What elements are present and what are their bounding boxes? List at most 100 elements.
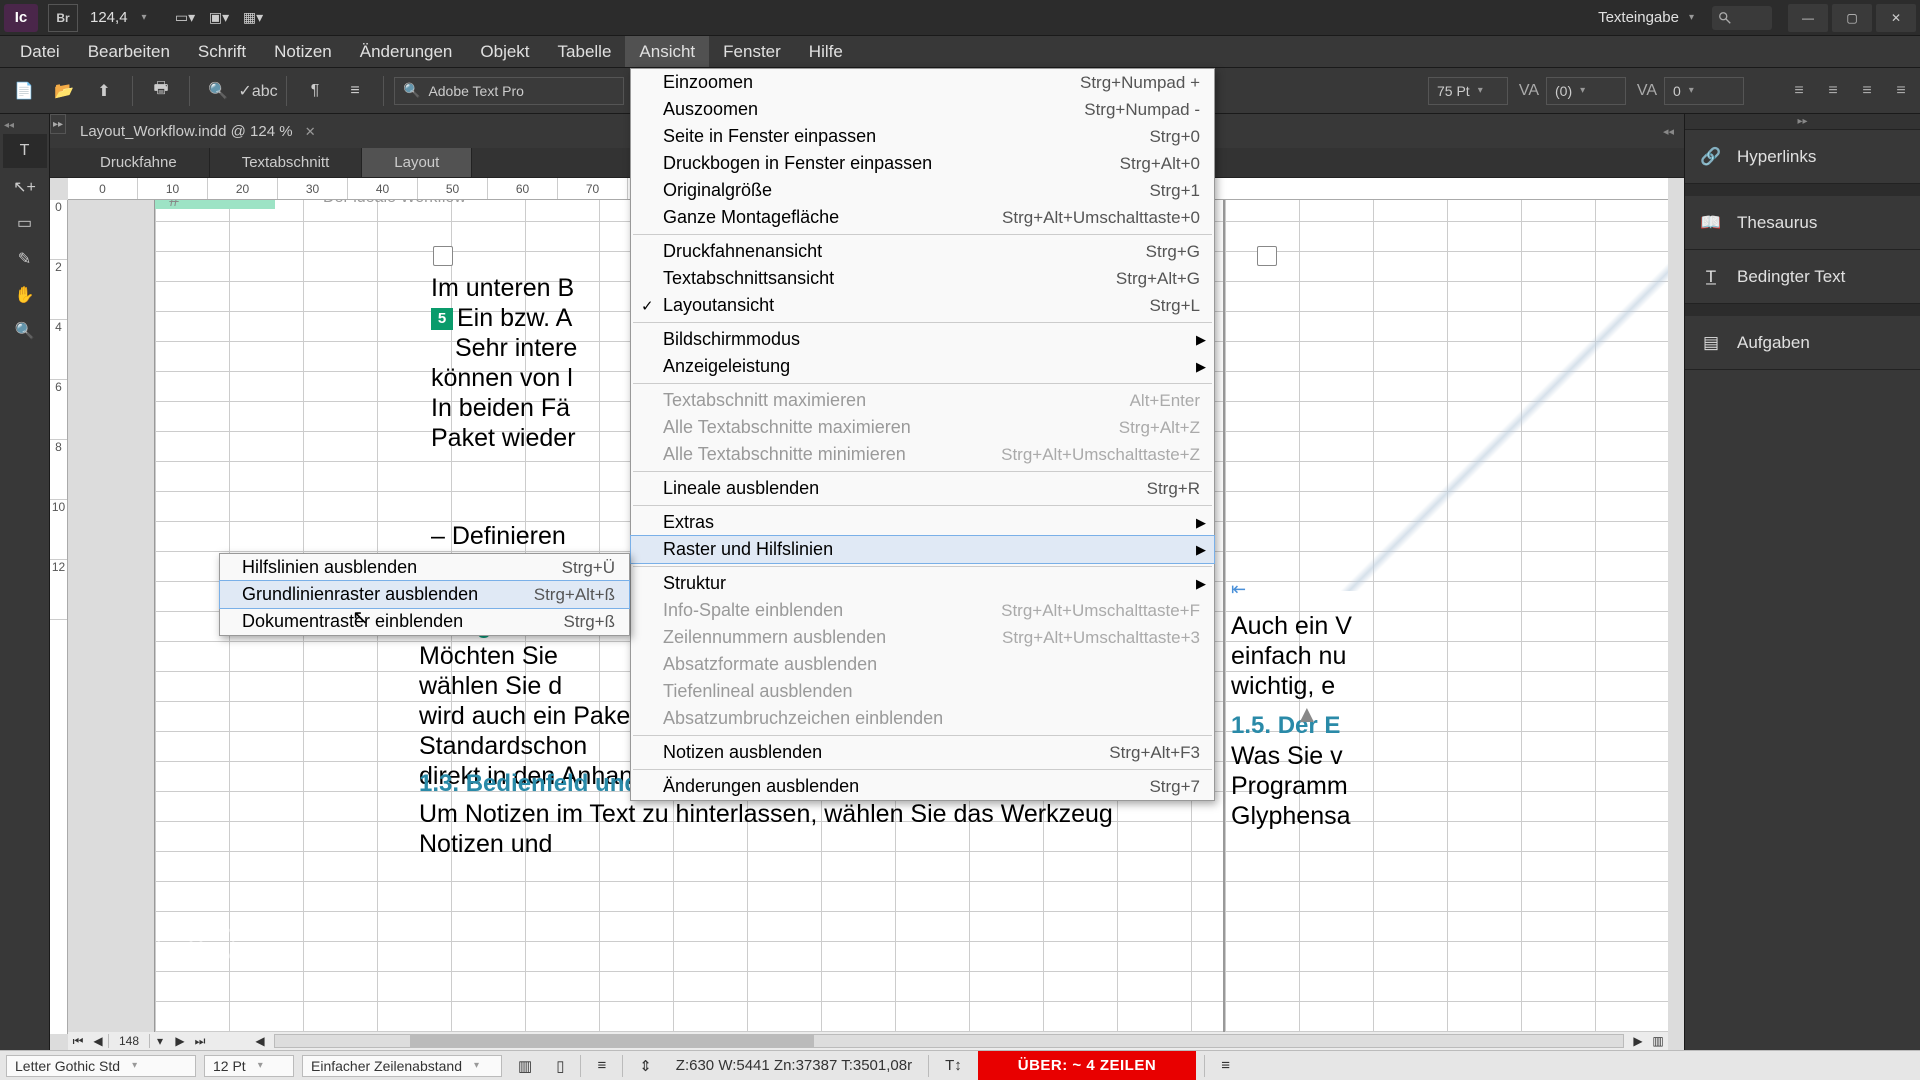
prev-page-button[interactable]: ◀ bbox=[88, 1034, 108, 1048]
scroll-right-button[interactable]: ▶ bbox=[1628, 1034, 1648, 1048]
position-tool[interactable]: ↖+ bbox=[3, 170, 47, 204]
collapse-panels-icon[interactable]: ▸▸ bbox=[1685, 114, 1920, 130]
status-spacing-combo[interactable]: Einfacher Zeilenabstand▾ bbox=[302, 1055, 502, 1077]
menu-hilfe[interactable]: Hilfe bbox=[795, 36, 857, 67]
page-icon[interactable]: ▯ bbox=[548, 1055, 572, 1077]
status-spacing-value: Einfacher Zeilenabstand bbox=[311, 1058, 462, 1074]
close-icon[interactable]: ✕ bbox=[305, 124, 316, 139]
print-icon[interactable]: 🖶 bbox=[143, 73, 179, 109]
text-column[interactable]: Auch ein V einfach nu wichtig, e bbox=[1231, 611, 1431, 701]
first-page-button[interactable]: ⏮ bbox=[68, 1034, 88, 1049]
tab-textabschnitt[interactable]: Textabschnitt bbox=[210, 148, 363, 177]
zoom-tool[interactable]: 🔍 bbox=[3, 314, 47, 348]
collapse-icon[interactable]: ▸▸ bbox=[50, 114, 66, 134]
menu-bearbeiten[interactable]: Bearbeiten bbox=[74, 36, 184, 67]
screen-mode-icon[interactable]: ▣▾ bbox=[204, 4, 234, 32]
workspace-switcher[interactable]: Texteingabe ▾ bbox=[1588, 9, 1704, 26]
menu-item-originalgr-e[interactable]: OriginalgrößeStrg+1 bbox=[631, 177, 1214, 204]
submenu-item-grundlinienraster-ausblenden[interactable]: Grundlinienraster ausblendenStrg+Alt+ß bbox=[220, 581, 629, 608]
hand-tool[interactable]: ✋ bbox=[3, 278, 47, 312]
menu-item-notizen-ausblenden[interactable]: Notizen ausblendenStrg+Alt+F3 bbox=[631, 739, 1214, 766]
menu-item-druckbogen-in-fenster-einpassen[interactable]: Druckbogen in Fenster einpassenStrg+Alt+… bbox=[631, 150, 1214, 177]
menu-ansicht[interactable]: Ansicht bbox=[625, 36, 709, 67]
panel-hyperlinks[interactable]: 🔗 Hyperlinks bbox=[1685, 130, 1920, 184]
menu-item-raster-und-hilfslinien[interactable]: Raster und Hilfslinien▶ bbox=[631, 536, 1214, 563]
new-icon[interactable]: 📄 bbox=[6, 73, 42, 109]
split-view-icon[interactable]: ▥ bbox=[1648, 1034, 1668, 1048]
find-icon[interactable]: 🔍 bbox=[200, 73, 236, 109]
menu-notizen[interactable]: Notizen bbox=[260, 36, 346, 67]
menu-schrift[interactable]: Schrift bbox=[184, 36, 260, 67]
panel-aufgaben[interactable]: ▤ Aufgaben bbox=[1685, 316, 1920, 370]
text-column[interactable]: 1.5. Der E Was Sie v Programm Glyphensa bbox=[1231, 711, 1431, 831]
save-icon[interactable]: ⬆ bbox=[86, 73, 122, 109]
last-page-button[interactable]: ⏭ bbox=[190, 1034, 210, 1049]
submenu-item-dokumentraster-einblenden[interactable]: Dokumentraster einblendenStrg+ß bbox=[220, 608, 629, 635]
panel-thesaurus[interactable]: 📖 Thesaurus bbox=[1685, 196, 1920, 250]
menu-item-ganze-montagefl-che[interactable]: Ganze MontageflächeStrg+Alt+Umschalttast… bbox=[631, 204, 1214, 231]
menu-icon[interactable]: ≡ bbox=[1213, 1055, 1238, 1076]
align-icon[interactable]: ≡ bbox=[589, 1055, 614, 1076]
bridge-icon[interactable]: Br bbox=[48, 4, 78, 32]
text-stats-icon[interactable]: T↕ bbox=[937, 1055, 970, 1076]
column-icon[interactable]: ▥ bbox=[510, 1055, 540, 1077]
menu-datei[interactable]: Datei bbox=[6, 36, 74, 67]
panel-collapse-icon[interactable]: ◂◂ bbox=[1663, 125, 1684, 138]
close-button[interactable]: ✕ bbox=[1876, 4, 1916, 32]
search-input[interactable] bbox=[1712, 6, 1772, 30]
align-left-icon[interactable]: ≡ bbox=[1786, 78, 1812, 104]
spellcheck-icon[interactable]: ✓abc bbox=[240, 73, 276, 109]
eyedropper-tool[interactable]: ✎ bbox=[3, 242, 47, 276]
menu-item-layoutansicht[interactable]: ✓LayoutansichtStrg+L bbox=[631, 292, 1214, 319]
menu-tabelle[interactable]: Tabelle bbox=[544, 36, 626, 67]
submenu-item-hilfslinien-ausblenden[interactable]: Hilfslinien ausblendenStrg+Ü bbox=[220, 554, 629, 581]
maximize-button[interactable]: ▢ bbox=[1832, 4, 1872, 32]
next-page-button[interactable]: ▶ bbox=[170, 1034, 190, 1048]
menu-item-struktur[interactable]: Struktur▶ bbox=[631, 570, 1214, 597]
align-right-icon[interactable]: ≡ bbox=[1854, 78, 1880, 104]
menu-fenster[interactable]: Fenster bbox=[709, 36, 795, 67]
menu-item-auszoomen[interactable]: AuszoomenStrg+Numpad - bbox=[631, 96, 1214, 123]
menu-item-anzeigeleistung[interactable]: Anzeigeleistung▶ bbox=[631, 353, 1214, 380]
menu-item-bildschirmmodus[interactable]: Bildschirmmodus▶ bbox=[631, 326, 1214, 353]
status-font-combo[interactable]: Letter Gothic Std▾ bbox=[6, 1055, 196, 1077]
menu-item-einzoomen[interactable]: EinzoomenStrg+Numpad + bbox=[631, 69, 1214, 96]
panel-bedingter-text[interactable]: T̲ Bedingter Text bbox=[1685, 250, 1920, 304]
note-anchor-icon[interactable] bbox=[433, 246, 453, 266]
document-tab[interactable]: Layout_Workflow.indd @ 124 % ✕ bbox=[70, 117, 326, 146]
align-justify-icon[interactable]: ≡ bbox=[1888, 78, 1914, 104]
tab-druckfahne[interactable]: Druckfahne bbox=[68, 148, 210, 177]
menu-item-textabschnittsansicht[interactable]: TextabschnittsansichtStrg+Alt+G bbox=[631, 265, 1214, 292]
page-dropdown[interactable]: ▾ bbox=[150, 1034, 170, 1048]
scroll-left-button[interactable]: ◀ bbox=[250, 1034, 270, 1048]
font-family-combo[interactable]: 🔍 Adobe Text Pro bbox=[394, 77, 624, 105]
menu-item--nderungen-ausblenden[interactable]: Änderungen ausblendenStrg+7 bbox=[631, 773, 1214, 800]
horizontal-scrollbar[interactable] bbox=[274, 1034, 1624, 1048]
open-icon[interactable]: 📂 bbox=[46, 73, 82, 109]
note-tool[interactable]: ▭ bbox=[3, 206, 47, 240]
page-number-field[interactable]: 148 bbox=[108, 1034, 150, 1048]
align-center-icon[interactable]: ≡ bbox=[1820, 78, 1846, 104]
tab-layout[interactable]: Layout bbox=[362, 148, 472, 177]
menu-item-label: Notizen ausblenden bbox=[663, 742, 1109, 763]
menu-item-lineale-ausblenden[interactable]: Lineale ausblendenStrg+R bbox=[631, 475, 1214, 502]
status-size-combo[interactable]: 12 Pt▾ bbox=[204, 1055, 294, 1077]
depth-icon[interactable]: ⇕ bbox=[631, 1055, 660, 1077]
pilcrow-icon[interactable]: ¶ bbox=[297, 73, 333, 109]
baseline-combo[interactable]: 0▾ bbox=[1664, 77, 1744, 105]
menu-aenderungen[interactable]: Änderungen bbox=[346, 36, 467, 67]
font-size-combo[interactable]: 75 Pt▾ bbox=[1428, 77, 1508, 105]
type-tool[interactable]: T bbox=[3, 134, 47, 168]
menu-objekt[interactable]: Objekt bbox=[466, 36, 543, 67]
menu-icon[interactable]: ≡ bbox=[337, 73, 373, 109]
menu-item-druckfahnenansicht[interactable]: DruckfahnenansichtStrg+G bbox=[631, 238, 1214, 265]
minimize-button[interactable]: — bbox=[1788, 4, 1828, 32]
view-options-icon[interactable]: ▭▾ bbox=[170, 4, 200, 32]
menu-item-absatzformate-ausblenden: Absatzformate ausblenden bbox=[631, 651, 1214, 678]
tracking-combo[interactable]: (0)▾ bbox=[1546, 77, 1626, 105]
menu-shortcut: Strg+Alt+G bbox=[1116, 269, 1200, 289]
menu-item-extras[interactable]: Extras▶ bbox=[631, 509, 1214, 536]
zoom-level-combo[interactable]: 124,4 ▾ bbox=[82, 9, 170, 26]
arrange-icon[interactable]: ▦▾ bbox=[238, 4, 268, 32]
menu-item-seite-in-fenster-einpassen[interactable]: Seite in Fenster einpassenStrg+0 bbox=[631, 123, 1214, 150]
